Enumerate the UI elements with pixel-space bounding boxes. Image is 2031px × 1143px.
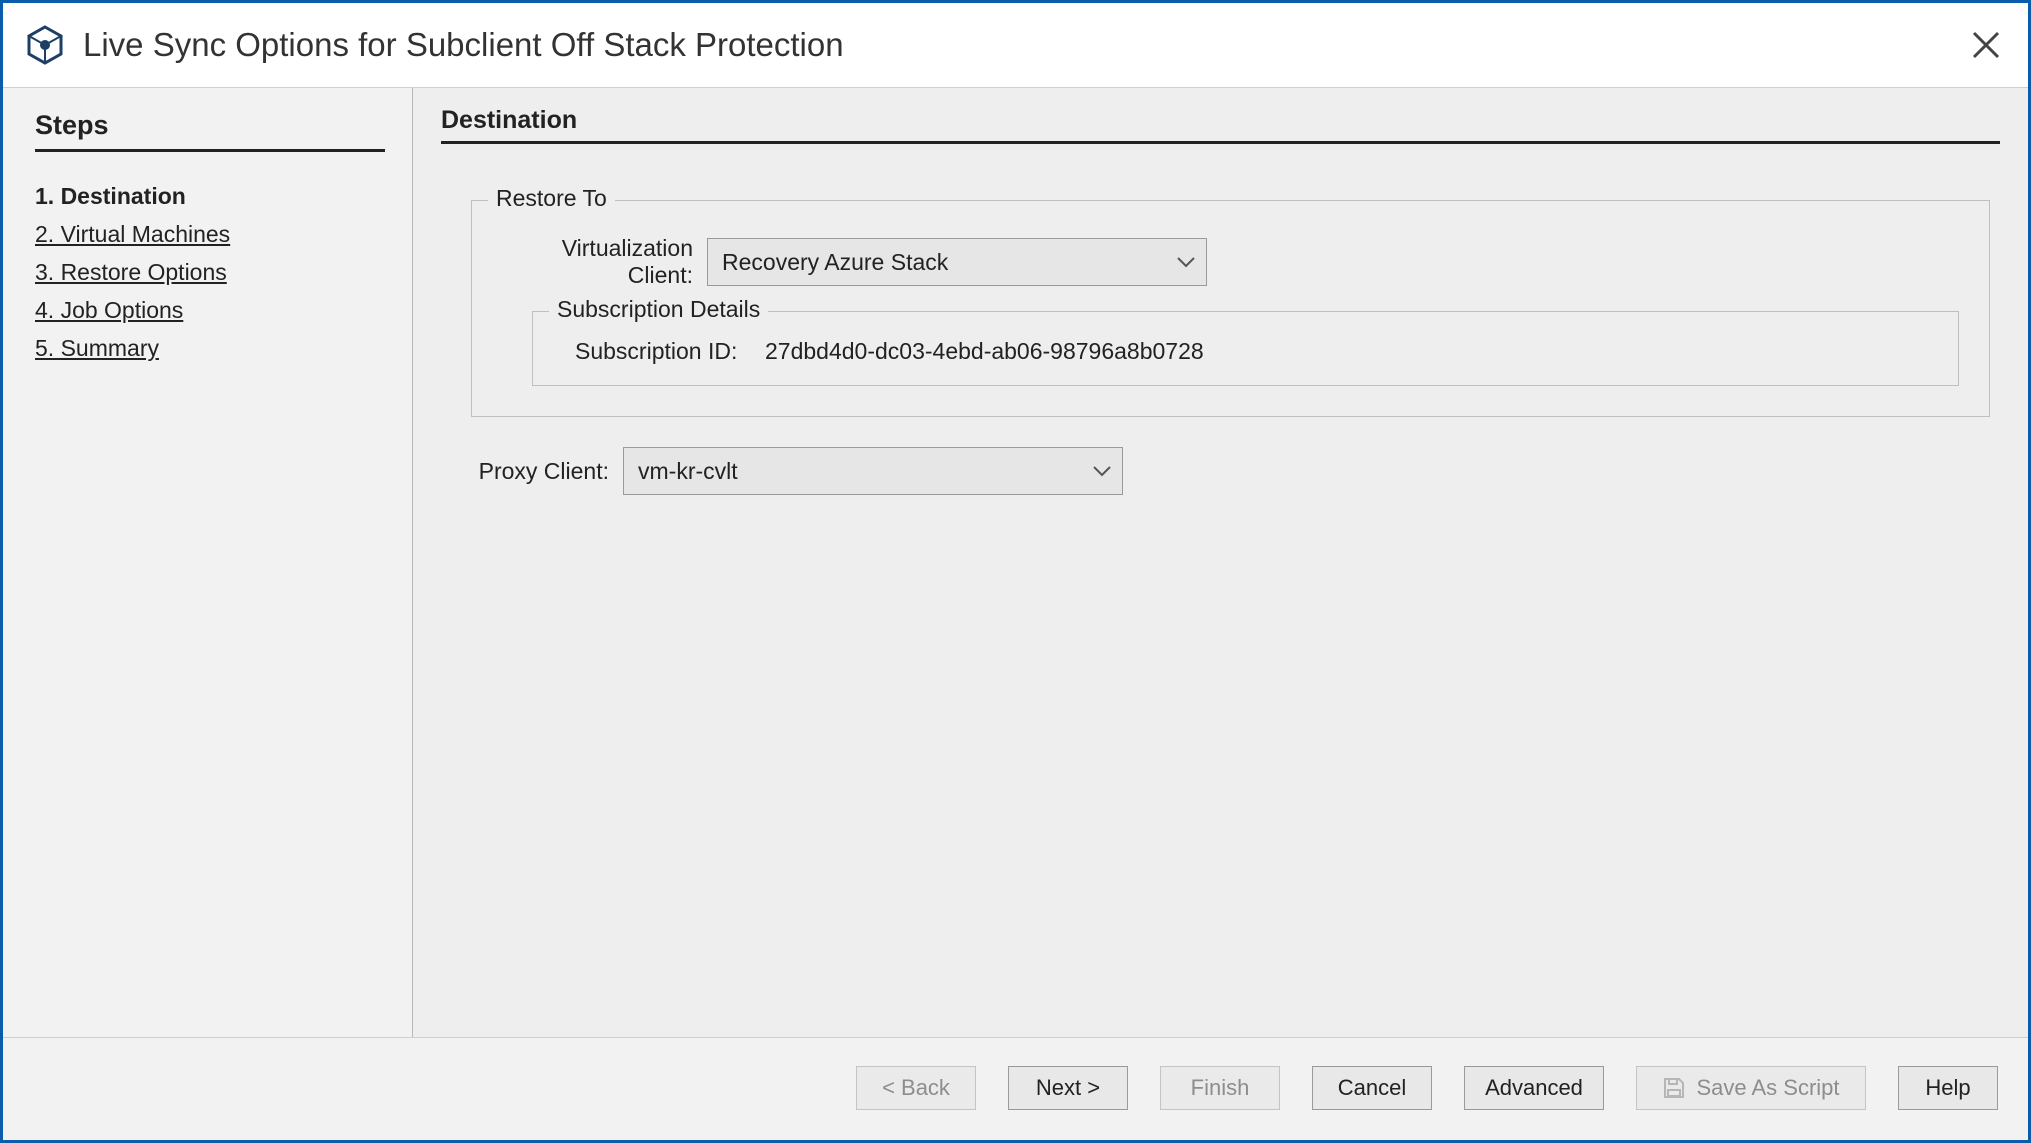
app-icon [25,25,65,65]
proxy-client-select[interactable]: vm-kr-cvlt [623,447,1123,495]
cancel-button-label: Cancel [1338,1075,1406,1101]
restore-to-legend: Restore To [488,185,615,212]
steps-sidebar: Steps 1. Destination 2. Virtual Machines… [3,88,413,1037]
subscription-id-label: Subscription ID: [575,338,765,365]
step-summary[interactable]: 5. Summary [35,330,386,368]
steps-list: 1. Destination 2. Virtual Machines 3. Re… [35,178,386,368]
advanced-button[interactable]: Advanced [1464,1066,1604,1110]
proxy-client-value: vm-kr-cvlt [638,458,738,485]
virtualization-client-value: Recovery Azure Stack [722,249,948,276]
virtualization-client-label: Virtualization Client: [502,235,707,289]
save-as-script-label: Save As Script [1696,1075,1839,1101]
virtualization-client-select[interactable]: Recovery Azure Stack [707,238,1207,286]
step-link[interactable]: 3. Restore Options [35,259,227,285]
wizard-window: Live Sync Options for Subclient Off Stac… [0,0,2031,1143]
steps-heading: Steps [35,110,385,152]
subscription-details-legend: Subscription Details [549,296,768,323]
help-button-label: Help [1925,1075,1970,1101]
titlebar: Live Sync Options for Subclient Off Stac… [3,3,2028,87]
finish-button: Finish [1160,1066,1280,1110]
step-link[interactable]: 5. Summary [35,335,159,361]
back-button-label: < Back [882,1075,950,1101]
step-destination: 1. Destination [35,178,386,216]
step-link[interactable]: 2. Virtual Machines [35,221,230,247]
body: Steps 1. Destination 2. Virtual Machines… [3,87,2028,1038]
step-job-options[interactable]: 4. Job Options [35,292,386,330]
close-button[interactable] [1962,21,2010,69]
advanced-button-label: Advanced [1485,1075,1583,1101]
proxy-client-wrap: Proxy Client: vm-kr-cvlt [463,447,2000,495]
step-restore-options[interactable]: 3. Restore Options [35,254,386,292]
window-title: Live Sync Options for Subclient Off Stac… [83,26,1962,64]
back-button: < Back [856,1066,976,1110]
footer: < Back Next > Finish Cancel Advanced Sav… [3,1038,2028,1140]
proxy-client-row: Proxy Client: vm-kr-cvlt [463,447,2000,495]
proxy-client-label: Proxy Client: [463,458,623,485]
next-button-label: Next > [1036,1075,1100,1101]
chevron-down-icon [1176,255,1196,269]
page-heading: Destination [441,106,2000,144]
script-icon [1662,1076,1686,1100]
virtualization-client-row: Virtualization Client: Recovery Azure St… [502,235,1959,289]
step-link[interactable]: 4. Job Options [35,297,183,323]
step-label: 1. Destination [35,183,186,209]
save-as-script-button: Save As Script [1636,1066,1866,1110]
restore-to-group: Restore To Virtualization Client: Recove… [471,200,1990,417]
finish-button-label: Finish [1191,1075,1250,1101]
subscription-id-value: 27dbd4d0-dc03-4ebd-ab06-98796a8b0728 [765,338,1204,365]
close-icon [1971,30,2001,60]
cancel-button[interactable]: Cancel [1312,1066,1432,1110]
next-button[interactable]: Next > [1008,1066,1128,1110]
chevron-down-icon [1092,464,1112,478]
help-button[interactable]: Help [1898,1066,1998,1110]
step-virtual-machines[interactable]: 2. Virtual Machines [35,216,386,254]
subscription-details-group: Subscription Details Subscription ID: 27… [532,311,1959,386]
main-panel: Destination Restore To Virtualization Cl… [413,88,2028,1037]
subscription-id-row: Subscription ID: 27dbd4d0-dc03-4ebd-ab06… [559,338,1932,365]
